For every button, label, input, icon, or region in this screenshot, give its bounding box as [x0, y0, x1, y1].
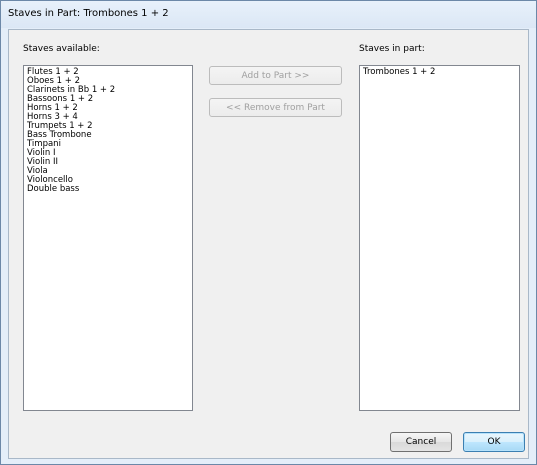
staves-in-part-label: Staves in part:	[359, 44, 425, 54]
cancel-button[interactable]: Cancel	[390, 432, 452, 452]
staves-in-part-dialog: Staves in Part: Trombones 1 + 2 Staves a…	[0, 0, 537, 465]
dialog-client-area: Staves available: Flutes 1 + 2 Oboes 1 + …	[8, 29, 529, 459]
staves-available-list[interactable]: Flutes 1 + 2 Oboes 1 + 2 Clarinets in Bb 1…	[23, 65, 193, 411]
add-to-part-button[interactable]: Add to Part >>	[209, 66, 342, 85]
list-item[interactable]: Trombones 1 + 2	[363, 68, 516, 77]
ok-button[interactable]: OK	[463, 432, 525, 452]
staves-in-part-list[interactable]: Trombones 1 + 2	[359, 65, 520, 411]
list-item[interactable]: Violin II	[27, 158, 189, 167]
title-bar[interactable]: Staves in Part: Trombones 1 + 2	[1, 1, 536, 28]
list-item[interactable]: Double bass	[27, 185, 189, 194]
window-title: Staves in Part: Trombones 1 + 2	[8, 8, 169, 19]
staves-available-label: Staves available:	[23, 44, 100, 54]
remove-from-part-button[interactable]: << Remove from Part	[209, 98, 342, 117]
